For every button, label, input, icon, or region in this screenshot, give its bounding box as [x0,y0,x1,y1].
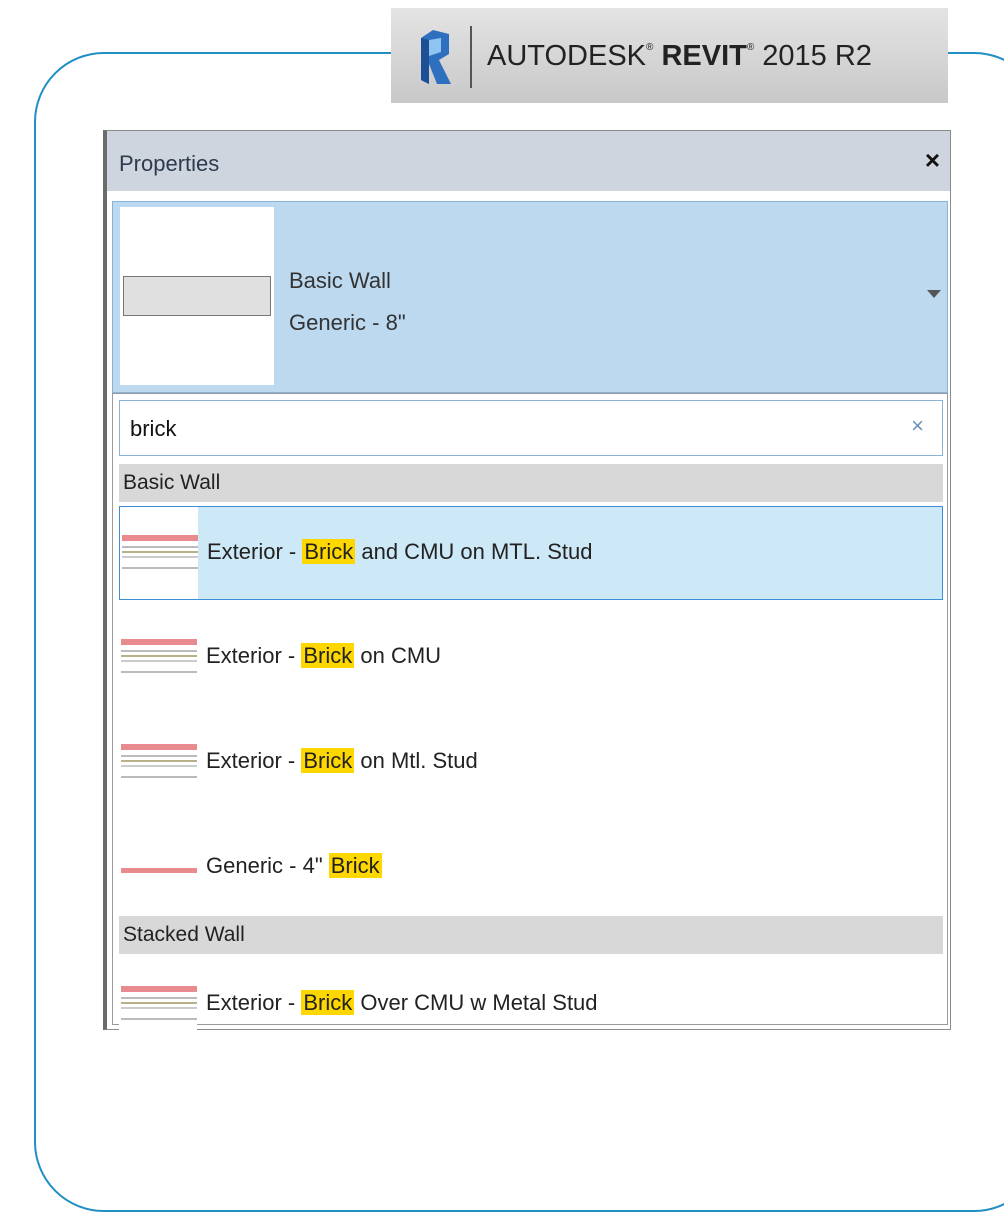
search-input[interactable] [128,411,892,447]
group-header: Basic Wall [119,464,943,502]
chevron-down-icon[interactable] [927,290,941,298]
label-prefix: Exterior - [206,990,302,1015]
panel-title-bar: Properties × [107,131,950,191]
group-header: Stacked Wall [119,916,943,954]
wall-layers-icon [121,986,197,1027]
type-preview [120,207,274,385]
search-match-highlight: Brick [301,643,355,668]
type-name-label: Generic - 8" [289,310,406,335]
banner-version: 2015 R2 [762,40,872,72]
banner-title: AUTODESK® REVIT® 2015 R2 [487,40,872,73]
label-suffix: Over CMU w Metal Stud [354,990,598,1015]
close-icon[interactable]: × [925,145,940,176]
label-prefix: Exterior - [206,643,302,668]
search-box[interactable]: × [119,400,943,456]
clear-search-icon[interactable]: × [911,413,924,439]
search-match-highlight: Brick [302,539,356,564]
list-item-label: Exterior - Brick and CMU on MTL. Stud [207,539,592,565]
wall-layers-icon [121,744,197,785]
wall-layers-icon [121,639,197,680]
banner-brand: AUTODESK [487,40,647,72]
group-header-label: Basic Wall [123,471,221,494]
search-match-highlight: Brick [328,853,382,878]
list-item-label: Exterior - Brick on Mtl. Stud [206,748,478,774]
label-suffix: on CMU [354,643,442,668]
search-match-highlight: Brick [301,990,355,1015]
list-item-label: Exterior - Brick on CMU [206,643,441,669]
type-selector[interactable]: Basic Wall Generic - 8" [112,201,948,393]
label-prefix: Exterior - [206,748,302,773]
list-item[interactable]: Exterior - Brick on Mtl. Stud [119,716,943,810]
list-item-label: Exterior - Brick Over CMU w Metal Stud [206,990,598,1016]
properties-panel: Properties × Basic Wall Generic - 8" × B… [103,130,951,1052]
list-item[interactable]: Exterior - Brick and CMU on MTL. Stud [119,506,943,600]
panel-title: Properties [119,151,220,176]
type-family-label: Basic Wall [289,268,391,293]
revit-logo-icon [421,30,451,84]
list-item[interactable]: Exterior - Brick on CMU [119,611,943,705]
label-prefix: Exterior - [207,539,303,564]
label-prefix: Generic - 4" [206,853,329,878]
search-match-highlight: Brick [301,748,355,773]
wall-single-icon [121,863,197,881]
type-dropdown-list: × Basic Wall Exterior - Brick and CMU on … [112,393,948,1052]
label-suffix: and CMU on MTL. Stud [355,539,593,564]
banner-reg-mark: ® [646,42,654,53]
banner-reg-mark-2: ® [746,42,755,53]
list-item[interactable]: Generic - 4" Brick [119,821,943,915]
wall-preview-icon [123,276,271,316]
banner-divider [470,26,472,88]
banner-product: REVIT [661,40,747,72]
list-item[interactable]: Exterior - Brick Over CMU w Metal Stud [119,958,943,1052]
wall-layers-icon [122,535,198,576]
label-suffix: on Mtl. Stud [354,748,478,773]
list-item-label: Generic - 4" Brick [206,853,382,879]
product-banner: AUTODESK® REVIT® 2015 R2 [391,8,948,103]
group-header-label: Stacked Wall [123,923,245,946]
